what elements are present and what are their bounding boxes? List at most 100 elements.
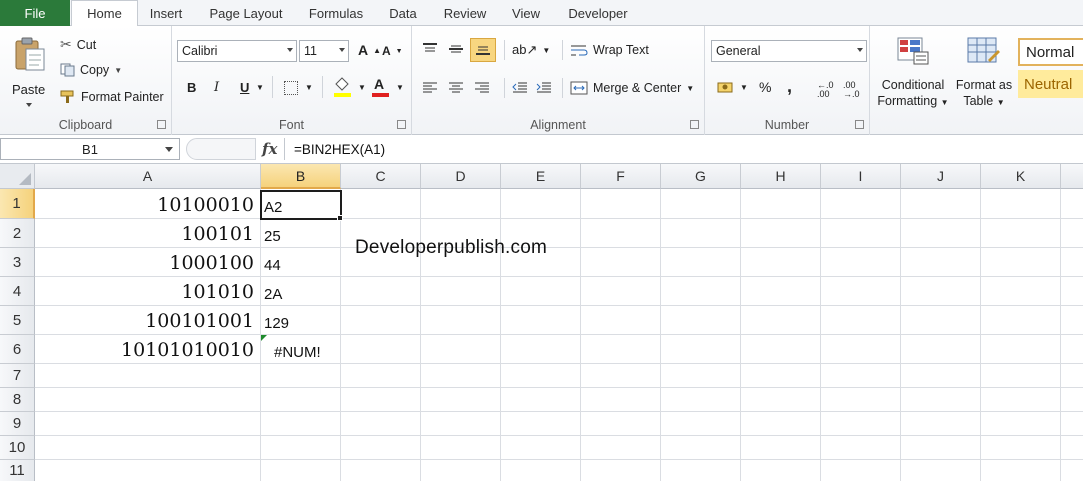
row-header-5[interactable]: 5 bbox=[0, 306, 35, 335]
align-left-icon[interactable] bbox=[422, 81, 438, 95]
accounting-format-button[interactable]: ▼ bbox=[717, 80, 748, 94]
cell-b4[interactable]: 2A bbox=[264, 286, 282, 303]
clipboard-launcher[interactable] bbox=[157, 120, 166, 129]
insert-function-button[interactable]: fx bbox=[262, 140, 277, 158]
col-header-k[interactable]: K bbox=[981, 164, 1061, 189]
tab-review[interactable]: Review bbox=[436, 0, 494, 26]
fill-handle[interactable] bbox=[337, 215, 343, 221]
tab-page-layout[interactable]: Page Layout bbox=[200, 0, 292, 26]
row-header-9[interactable]: 9 bbox=[0, 412, 35, 436]
col-header-l[interactable] bbox=[1061, 164, 1083, 189]
row-header-7[interactable]: 7 bbox=[0, 364, 35, 388]
col-header-g[interactable]: G bbox=[661, 164, 741, 189]
col-header-f[interactable]: F bbox=[581, 164, 661, 189]
fill-color-button[interactable] bbox=[332, 76, 354, 98]
cell-a1[interactable]: 10100010 bbox=[36, 194, 260, 216]
underline-button[interactable]: U bbox=[240, 80, 249, 95]
font-name-box[interactable]: Calibri bbox=[177, 40, 297, 62]
row-header-4[interactable]: 4 bbox=[0, 277, 35, 306]
align-right-icon[interactable] bbox=[474, 81, 490, 95]
conditional-formatting-button[interactable]: Conditional Formatting ▼ bbox=[874, 34, 952, 114]
number-format-box[interactable]: General bbox=[711, 40, 867, 62]
cell-a6[interactable]: 10101010010 bbox=[36, 339, 260, 361]
select-all-corner[interactable] bbox=[0, 164, 35, 189]
font-color-button[interactable]: A bbox=[370, 76, 392, 98]
chevron-down-icon: ▼ bbox=[305, 83, 313, 92]
col-header-b[interactable]: B bbox=[261, 164, 341, 189]
cut-button[interactable]: ✂ Cut bbox=[60, 36, 96, 53]
decrease-indent-icon[interactable] bbox=[512, 81, 528, 95]
cell-a4[interactable]: 101010 bbox=[36, 281, 260, 303]
increase-indent-icon[interactable] bbox=[536, 81, 552, 95]
row-header-8[interactable]: 8 bbox=[0, 388, 35, 412]
gridline bbox=[420, 189, 421, 481]
row-header-1[interactable]: 1 bbox=[0, 189, 35, 219]
divider bbox=[284, 138, 285, 160]
style-neutral[interactable]: Neutral bbox=[1018, 70, 1083, 98]
cell-b2[interactable]: 25 bbox=[264, 228, 281, 245]
col-header-j[interactable]: J bbox=[901, 164, 981, 189]
grow-font-button[interactable]: A ▲ bbox=[358, 42, 381, 58]
col-header-h[interactable]: H bbox=[741, 164, 821, 189]
align-bottom-icon bbox=[476, 46, 490, 55]
italic-button[interactable]: I bbox=[214, 80, 219, 95]
cell-b5[interactable]: 129 bbox=[264, 315, 289, 332]
merge-center-button[interactable]: Merge & Center ▼ bbox=[570, 81, 694, 95]
style-normal[interactable]: Normal bbox=[1018, 38, 1083, 66]
orientation-button[interactable]: ab↗ ▼ bbox=[512, 42, 550, 58]
format-painter-button[interactable]: Format Painter bbox=[60, 90, 164, 104]
name-box-value: B1 bbox=[82, 141, 98, 157]
cell-a5[interactable]: 100101001 bbox=[36, 310, 260, 332]
wrap-text-icon bbox=[571, 45, 588, 56]
tab-file[interactable]: File bbox=[0, 0, 70, 26]
tab-view[interactable]: View bbox=[504, 0, 548, 26]
align-bottom-button[interactable] bbox=[470, 38, 496, 62]
tab-formulas[interactable]: Formulas bbox=[300, 0, 372, 26]
percent-button[interactable]: % bbox=[759, 79, 771, 95]
formula-input[interactable]: =BIN2HEX(A1) bbox=[294, 142, 385, 157]
comma-button[interactable]: , bbox=[787, 76, 792, 97]
cell-b6[interactable]: #NUM! bbox=[274, 344, 321, 361]
alignment-launcher[interactable] bbox=[690, 120, 699, 129]
copy-button[interactable]: Copy ▼ bbox=[60, 63, 122, 77]
shrink-font-button[interactable]: A ▼ bbox=[382, 44, 403, 58]
tab-home[interactable]: Home bbox=[71, 0, 138, 27]
borders-icon[interactable] bbox=[284, 81, 298, 95]
col-header-a[interactable]: A bbox=[35, 164, 261, 189]
row-header-11[interactable]: 11 bbox=[0, 460, 35, 481]
cell-a3[interactable]: 1000100 bbox=[36, 252, 260, 274]
col-header-i[interactable]: I bbox=[821, 164, 901, 189]
number-launcher[interactable] bbox=[855, 120, 864, 129]
row-header-2[interactable]: 2 bbox=[0, 219, 35, 248]
decrease-decimal-button[interactable]: .00 →.0 bbox=[843, 81, 860, 99]
name-box[interactable]: B1 bbox=[0, 138, 180, 160]
row-header-3[interactable]: 3 bbox=[0, 248, 35, 277]
col-header-d[interactable]: D bbox=[421, 164, 501, 189]
row-header-10[interactable]: 10 bbox=[0, 436, 35, 460]
col-header-c[interactable]: C bbox=[341, 164, 421, 189]
bold-button[interactable]: B bbox=[187, 80, 196, 95]
font-launcher[interactable] bbox=[397, 120, 406, 129]
align-center-icon[interactable] bbox=[448, 81, 464, 95]
cell-a2[interactable]: 100101 bbox=[36, 223, 260, 245]
tab-developer[interactable]: Developer bbox=[558, 0, 638, 26]
chevron-down-icon: ▼ bbox=[358, 83, 366, 92]
format-as-table-button[interactable]: Format as Table ▼ bbox=[952, 34, 1016, 114]
error-indicator-icon[interactable] bbox=[261, 335, 267, 341]
wrap-text-button[interactable]: Wrap Text bbox=[570, 43, 649, 57]
align-top-icon[interactable] bbox=[422, 42, 438, 56]
tab-data[interactable]: Data bbox=[380, 0, 426, 26]
row-header-6[interactable]: 6 bbox=[0, 335, 35, 364]
worksheet-grid[interactable]: A B C D E F G H I J K 1 2 3 4 5 6 7 8 9 … bbox=[0, 164, 1083, 481]
increase-decimal-button[interactable]: ←.0.00 bbox=[817, 81, 834, 99]
cell-b3[interactable]: 44 bbox=[264, 257, 281, 274]
align-middle-icon[interactable] bbox=[448, 42, 464, 56]
formula-bar-splitter[interactable] bbox=[186, 138, 256, 160]
tab-insert[interactable]: Insert bbox=[140, 0, 192, 26]
font-size-box[interactable]: 11 bbox=[299, 40, 349, 62]
font-color-swatch bbox=[372, 93, 389, 97]
col-header-e[interactable]: E bbox=[501, 164, 581, 189]
paste-button[interactable]: Paste bbox=[8, 32, 52, 108]
format-as-table-line2: Table bbox=[963, 94, 994, 108]
chevron-down-icon: ▼ bbox=[740, 82, 748, 92]
